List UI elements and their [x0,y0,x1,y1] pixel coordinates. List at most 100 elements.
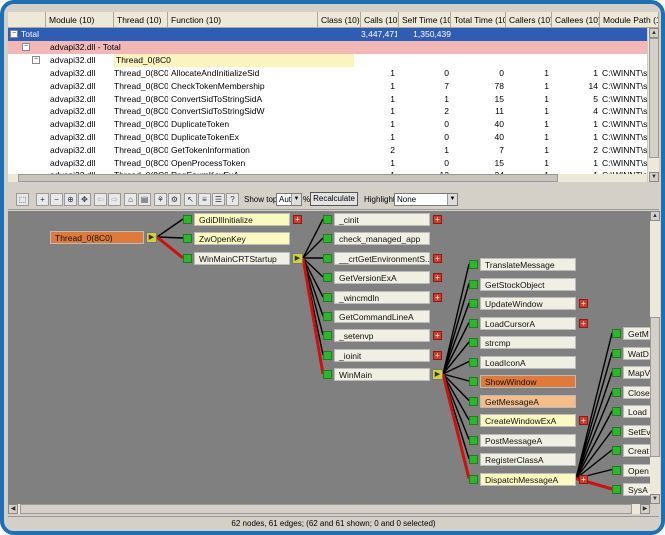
column-header-callees[interactable]: Callees (10) [552,12,600,28]
node-in-icon[interactable] [323,215,332,224]
tree-icon[interactable]: ⚙ [168,193,181,206]
back-icon[interactable]: ⇦ [94,193,107,206]
column-header-function[interactable]: Function (10) [168,12,318,28]
call-graph-canvas[interactable]: Thread_0(8C0) ▶ GdiDllInitialize + ZwOpenKey… [8,211,650,504]
graph-node[interactable]: PostMessageA [480,433,576,447]
table-row[interactable]: advapi32.dll Thread_0(8C0) GetTokenInforma… [8,144,659,157]
column-header-self-time[interactable]: Self Time (10) [399,12,451,28]
graph-node[interactable]: _ioinit [334,349,430,362]
collapse-icon[interactable]: − [22,43,30,51]
graph-node[interactable]: GetStockObject [480,277,576,291]
sub-row[interactable]: − advapi32.dll Thread_0(8C0 [8,54,659,67]
graph-node[interactable]: _setenvp [334,329,430,342]
graph-node[interactable]: SetEv [623,424,650,438]
node-in-icon[interactable] [612,446,621,455]
graph-node[interactable]: LoadCursorA [480,316,576,330]
node-in-icon[interactable] [469,279,478,289]
node-in-icon[interactable] [323,293,332,302]
column-header-class[interactable]: Class (10) [318,12,361,28]
zoom-out-icon[interactable]: − [50,193,63,206]
table-row[interactable]: advapi32.dll Thread_0(8C0) OpenProcessToke… [8,157,659,170]
expand-plus-icon[interactable]: + [433,293,442,302]
table-row[interactable]: advapi32.dll Thread_0(8C0) ConvertSidToStr… [8,105,659,118]
graph-node[interactable]: Creat [623,444,650,457]
expand-plus-icon[interactable]: + [579,318,588,328]
graph-vertical-scrollbar[interactable]: ▲ ▼ [650,211,660,504]
expand-plus-icon[interactable]: + [579,474,588,484]
expand-arrow-icon[interactable]: ▶ [292,253,303,264]
table-row[interactable]: advapi32.dll Thread_0(8C0) CheckTokenMembe… [8,80,659,93]
node-in-icon[interactable] [612,407,621,416]
node-in-icon[interactable] [323,254,332,263]
column-header-module[interactable]: Module (10) [46,12,114,28]
pointer-icon[interactable]: ↖ [184,193,197,206]
node-in-icon[interactable] [612,368,621,377]
graph-node[interactable]: TranslateMessage [480,258,576,271]
scroll-down-icon[interactable]: ▼ [650,494,660,504]
home-icon[interactable]: ⌂ [124,193,137,206]
highlight-select[interactable]: None ▼ [394,193,458,206]
graph-node[interactable]: _cinit [334,213,430,226]
node-in-icon[interactable] [469,377,478,386]
node-in-icon[interactable] [612,348,621,358]
graph-node[interactable]: Close [623,385,650,399]
table-row[interactable]: advapi32.dll Thread_0(8C0) ConvertSidToStr… [8,93,659,106]
zoom-fit-icon[interactable]: ⊕ [64,193,77,206]
scroll-up-icon[interactable]: ▲ [650,211,660,221]
graph-hscroll-thumb[interactable] [20,504,632,514]
group-row[interactable]: − advapi32.dll - Total [8,41,659,54]
grid-vertical-scrollbar[interactable]: ▲ ▼ [647,28,659,182]
filter-icon[interactable]: ≡ [198,193,211,206]
graph-node[interactable]: GetM [623,327,650,340]
node-in-icon[interactable] [469,435,478,445]
graph-node[interactable]: ZwOpenKey [194,232,290,245]
graph-vscroll-thumb[interactable] [650,317,660,457]
graph-node[interactable]: GetMessageA [480,394,576,408]
column-header-thread[interactable]: Thread (10) [114,12,168,28]
node-in-icon[interactable] [469,260,478,269]
node-in-icon[interactable] [469,338,478,347]
node-in-icon[interactable] [183,254,192,263]
graph-node[interactable]: UpdateWindow [480,297,576,310]
graph-node[interactable]: GdiDllInitialize [194,213,290,226]
table-row[interactable]: advapi32.dll Thread_0(8C0) DuplicateToken 1… [8,118,659,131]
graph-node[interactable]: Load [623,405,650,418]
node-in-icon[interactable] [323,312,332,321]
graph-node[interactable]: RegisterClassA [480,453,576,466]
scroll-right-icon[interactable]: ▶ [640,504,650,514]
graph-node[interactable]: Open [623,463,650,477]
graph-node[interactable]: strcmp [480,336,576,349]
grid-scroll-thumb[interactable] [649,38,659,158]
graph-node[interactable]: WinMain [334,368,430,381]
column-header-calls[interactable]: Calls (10) [361,12,399,28]
total-row[interactable]: − Total 3,447,471 1,350,439 [8,28,659,41]
graph-node[interactable]: GetVersionExA [334,271,430,284]
graph-node[interactable]: LoadIconA [480,355,576,369]
graph-node[interactable]: WatD [623,346,650,360]
scroll-up-icon[interactable]: ▲ [649,28,659,38]
node-in-icon[interactable] [183,215,192,224]
node-in-icon[interactable] [469,455,478,464]
expand-plus-icon[interactable]: + [579,416,588,425]
graph-node[interactable]: GetCommandLineA [334,310,430,323]
grid-hscroll-thumb[interactable] [18,174,558,182]
recalculate-button[interactable]: Recalculate [310,192,358,206]
node-in-icon[interactable] [469,299,478,308]
node-in-icon[interactable] [469,416,478,425]
node-in-icon[interactable] [612,465,621,475]
graph-node[interactable]: ShowWindow [480,375,576,388]
column-header-module-path[interactable]: Module Path (10) [600,12,659,28]
node-in-icon[interactable] [323,234,332,243]
node-in-icon[interactable] [612,485,621,494]
node-in-icon[interactable] [323,273,332,282]
graph-node[interactable]: WinMainCRTStartup [194,252,290,265]
column-header-callers[interactable]: Callers (10) [506,12,552,28]
expand-plus-icon[interactable]: + [433,331,442,340]
graph-node[interactable]: MapV [623,366,650,379]
scroll-down-icon[interactable]: ▼ [649,172,659,182]
graph-node[interactable]: DispatchMessageA [480,472,576,486]
pan-icon[interactable]: ✥ [78,193,91,206]
scroll-left-icon[interactable]: ◀ [8,504,18,514]
grid-horizontal-scrollbar[interactable] [8,174,647,182]
node-in-icon[interactable] [469,474,478,484]
